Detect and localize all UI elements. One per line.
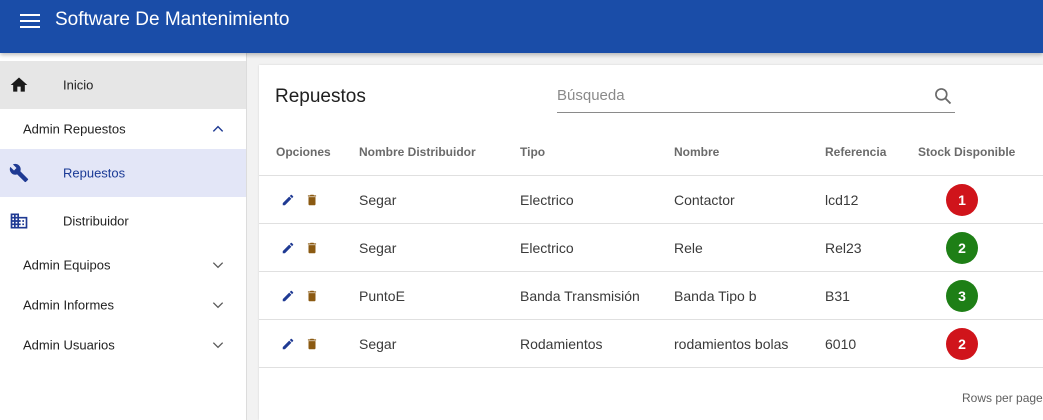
sidebar-group-admin-repuestos[interactable]: Admin Repuestos [0,109,246,149]
header-distribuidor[interactable]: Nombre Distribuidor [359,145,476,159]
main-panel: Repuestos Opciones Nombre Distribuidor T… [259,65,1043,420]
sidebar-item-repuestos[interactable]: Repuestos [0,149,246,197]
stock-badge: 3 [946,280,978,312]
table-row: Segar Electrico Rele Rel23 2 [259,224,1043,272]
delete-icon[interactable] [305,289,319,303]
cell-tipo: Electrico [520,192,574,208]
cell-nombre: rodamientos bolas [674,336,789,352]
chevron-up-icon [212,125,224,132]
cell-referencia: 6010 [825,336,857,352]
sidebar-group-label: Admin Informes [23,297,115,313]
business-icon [10,213,28,229]
sidebar: Inicio Admin Repuestos Repuestos Distrib… [0,53,247,420]
cell-tipo: Rodamientos [520,336,603,352]
home-icon [10,77,28,92]
stock-badge: 2 [946,232,978,264]
sidebar-item-inicio[interactable]: Inicio [0,61,246,109]
edit-icon[interactable] [281,289,295,303]
cell-distribuidor: Segar [359,192,397,208]
table-row: PuntoE Banda Transmisión Banda Tipo b B3… [259,272,1043,320]
cell-tipo: Electrico [520,240,574,256]
cell-distribuidor: Segar [359,336,397,352]
stock-badge: 1 [946,184,978,216]
search-input[interactable] [557,87,917,104]
cell-referencia: Rel23 [825,240,862,256]
cell-tipo: Banda Transmisión [520,288,640,304]
header-referencia[interactable]: Referencia [825,145,886,159]
cell-distribuidor: Segar [359,240,397,256]
edit-icon[interactable] [281,241,295,255]
edit-icon[interactable] [281,193,295,207]
delete-icon[interactable] [305,193,319,207]
sidebar-group-admin-equipos[interactable]: Admin Equipos [0,245,246,285]
stock-badge: 2 [946,328,978,360]
sidebar-item-label: Repuestos [63,165,126,181]
edit-icon[interactable] [281,337,295,351]
delete-icon[interactable] [305,337,319,351]
menu-icon[interactable] [20,12,42,30]
table-header: Opciones Nombre Distribuidor Tipo Nombre… [259,128,1043,176]
cell-distribuidor: PuntoE [359,288,405,304]
sidebar-group-label: Admin Repuestos [23,121,126,137]
page-title: Repuestos [275,86,366,107]
sidebar-item-label: Inicio [63,77,94,93]
chevron-down-icon [212,262,224,269]
sidebar-item-distribuidor[interactable]: Distribuidor [0,197,246,245]
app-bar: Software De Mantenimiento [0,0,1043,53]
rows-per-page-label: Rows per page: [962,391,1043,405]
app-title: Software De Mantenimiento [55,9,290,30]
sidebar-group-label: Admin Usuarios [23,337,115,353]
chevron-down-icon [212,302,224,309]
table-row: Segar Rodamientos rodamientos bolas 6010… [259,320,1043,368]
header-nombre[interactable]: Nombre [674,145,719,159]
cell-nombre: Contactor [674,192,735,208]
sidebar-group-label: Admin Equipos [23,257,111,273]
chevron-down-icon [212,342,224,349]
table-row: Segar Electrico Contactor lcd12 1 [259,176,1043,224]
cell-referencia: B31 [825,288,850,304]
header-stock[interactable]: Stock Disponible [918,145,1015,159]
header-tipo[interactable]: Tipo [520,145,545,159]
wrench-icon [9,163,29,183]
cell-nombre: Banda Tipo b [674,288,757,304]
cell-nombre: Rele [674,240,703,256]
search-bar [557,81,955,113]
cell-referencia: lcd12 [825,192,859,208]
header-opciones: Opciones [276,145,331,159]
sidebar-group-admin-informes[interactable]: Admin Informes [0,285,246,325]
sidebar-item-label: Distribuidor [63,213,129,229]
search-icon[interactable] [933,86,953,106]
delete-icon[interactable] [305,241,319,255]
sidebar-group-admin-usuarios[interactable]: Admin Usuarios [0,325,246,365]
